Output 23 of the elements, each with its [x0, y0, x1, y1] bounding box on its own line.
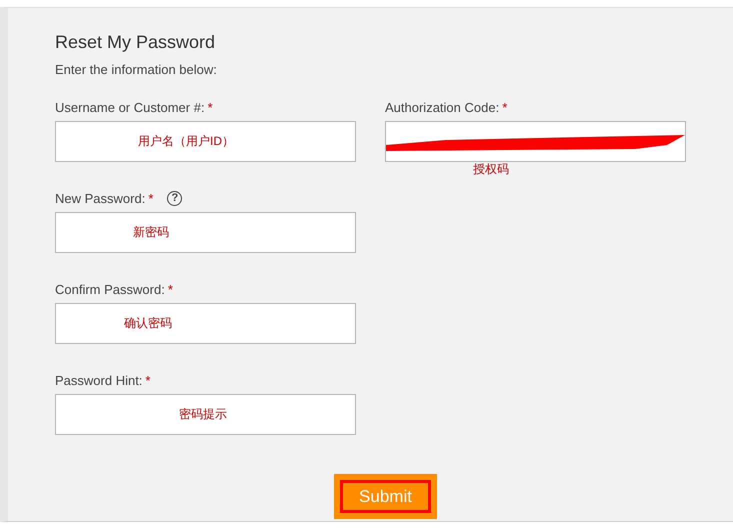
required-mark: * [145, 372, 150, 388]
annotation-text: 新密码 [133, 224, 169, 241]
annotation-text: 用户名（用户ID） [138, 133, 234, 150]
input-field[interactable]: 密码提示 [55, 394, 356, 435]
form-title: Reset My Password [55, 32, 216, 53]
required-mark: * [208, 100, 213, 114]
input-field[interactable]: 用户名（用户ID） [55, 121, 356, 162]
required-mark: * [168, 282, 173, 296]
form-subtitle: Enter the information below: [55, 62, 218, 77]
annotation-text: 授权码 [473, 162, 509, 176]
required-mark: * [148, 190, 154, 206]
input-field[interactable]: 确认密码 [55, 303, 356, 344]
annotation-text: 密码提示 [179, 406, 227, 423]
input-field[interactable] [385, 121, 686, 162]
field-label: Authorization Code: [385, 100, 500, 114]
required-mark: * [502, 100, 508, 114]
field-label: Password Hint: [55, 372, 142, 388]
help-icon[interactable]: ? [167, 190, 182, 206]
annotation-text: 确认密码 [124, 315, 172, 332]
field-label: Username or Customer #: [55, 100, 205, 114]
field-label: Confirm Password: [55, 282, 165, 296]
field-label: New Password: [55, 190, 146, 206]
input-field[interactable]: 新密码 [55, 212, 356, 253]
